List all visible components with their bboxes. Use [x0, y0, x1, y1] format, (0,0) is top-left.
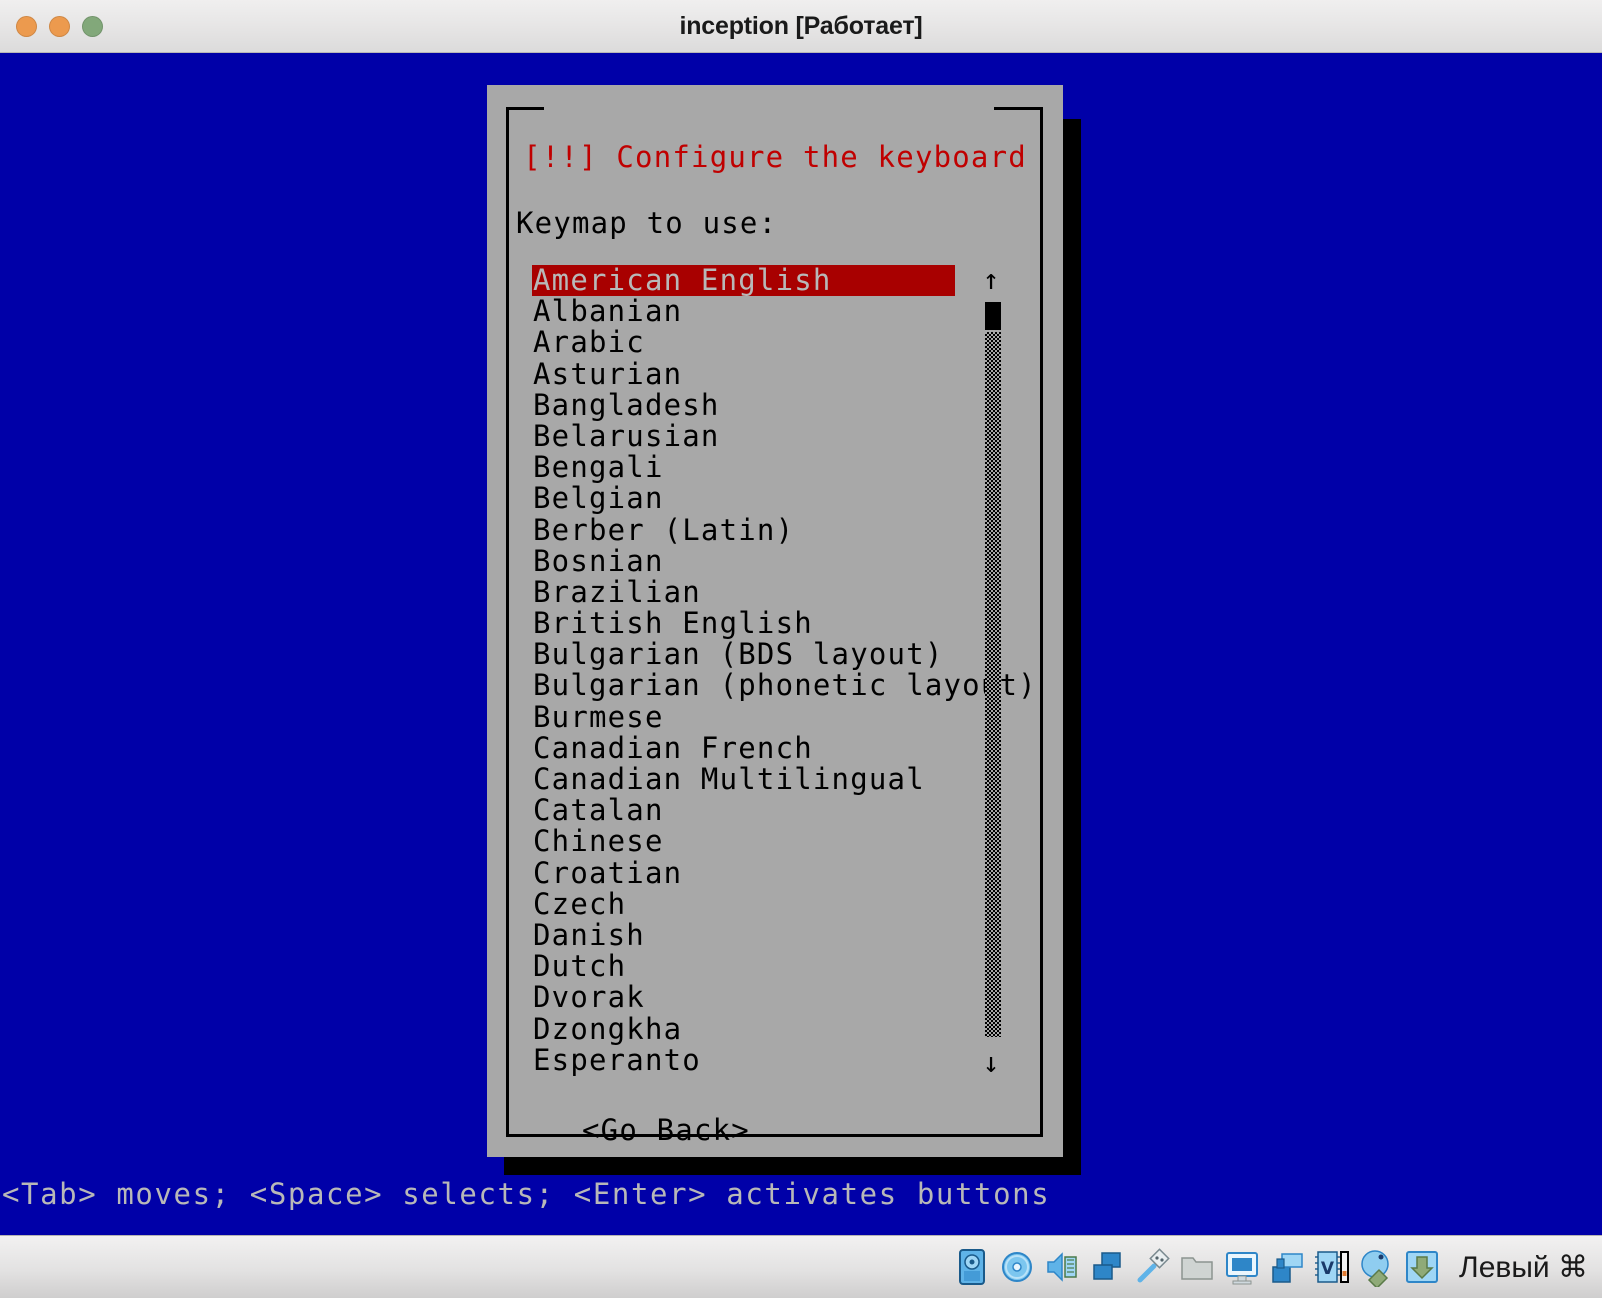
- virtualbox-vm-window: inception [Работает] [!!] Configure the …: [0, 0, 1602, 1298]
- console-help-line: <Tab> moves; <Space> selects; <Enter> ac…: [2, 1177, 1051, 1211]
- host-key-icon[interactable]: [1404, 1247, 1440, 1287]
- dialog-shadow-right: [1063, 119, 1081, 1174]
- mouse-integration-icon[interactable]: [1359, 1247, 1395, 1287]
- virtualization-icon[interactable]: V: [1314, 1247, 1350, 1287]
- keymap-list-item[interactable]: Asturian: [532, 358, 956, 390]
- keymap-list-item[interactable]: Berber (Latin): [532, 514, 956, 546]
- keymap-list-item[interactable]: British English: [532, 607, 956, 639]
- zoom-button[interactable]: [82, 16, 103, 37]
- window-title: inception [Работает]: [679, 11, 923, 40]
- keymap-list-item[interactable]: Burmese: [532, 701, 956, 733]
- svg-text:V: V: [1321, 1259, 1335, 1279]
- scrollbar-trough[interactable]: [985, 332, 1001, 1037]
- keymap-prompt-label: Keymap to use:: [516, 206, 778, 240]
- keymap-list-item[interactable]: Esperanto: [532, 1044, 956, 1076]
- keymap-list-item[interactable]: Dvorak: [532, 982, 956, 1013]
- keymap-list-item[interactable]: Danish: [532, 919, 956, 951]
- host-key-label: Левый ⌘: [1459, 1250, 1588, 1284]
- close-button[interactable]: [16, 16, 37, 37]
- audio-icon[interactable]: [1044, 1247, 1080, 1287]
- keymap-list-item[interactable]: Belgian: [532, 483, 956, 514]
- vm-guest-screen: [!!] Configure the keyboard Keymap to us…: [0, 53, 1602, 1235]
- keymap-list-item[interactable]: Canadian Multilingual: [532, 763, 956, 795]
- go-back-button[interactable]: <Go Back>: [582, 1113, 750, 1147]
- display-icon[interactable]: [1224, 1247, 1260, 1287]
- keymap-list-item[interactable]: Croatian: [532, 857, 956, 889]
- keymap-list-item[interactable]: Brazilian: [532, 576, 956, 608]
- keymap-list-item[interactable]: Belarusian: [532, 420, 956, 452]
- hard-disk-icon[interactable]: [954, 1247, 990, 1287]
- configure-keyboard-dialog: [!!] Configure the keyboard Keymap to us…: [487, 85, 1063, 1157]
- optical-disk-icon[interactable]: [999, 1247, 1035, 1287]
- shared-folders-icon[interactable]: [1179, 1247, 1215, 1287]
- keymap-list-item[interactable]: Arabic: [532, 327, 956, 358]
- window-titlebar: inception [Работает]: [0, 0, 1602, 53]
- dialog-title: [!!] Configure the keyboard: [523, 140, 1027, 174]
- usb-icon[interactable]: [1134, 1247, 1170, 1287]
- scroll-up-arrow-icon[interactable]: ↑: [978, 265, 1004, 295]
- keymap-listbox[interactable]: American English Albanian Arabic Asturian Ba…: [532, 264, 1036, 1076]
- video-capture-icon[interactable]: [1269, 1247, 1305, 1287]
- keymap-list-item[interactable]: Canadian French: [532, 732, 956, 764]
- keymap-list-item[interactable]: Bosnian: [532, 545, 956, 577]
- keymap-list-item[interactable]: American English: [532, 264, 955, 297]
- keymap-list-item[interactable]: Bulgarian (BDS layout): [532, 639, 956, 670]
- minimize-button[interactable]: [49, 16, 70, 37]
- dialog-shadow-bottom: [504, 1157, 1081, 1175]
- keymap-list-item[interactable]: Bengali: [532, 452, 956, 483]
- network-icon[interactable]: [1089, 1247, 1125, 1287]
- scroll-down-arrow-icon[interactable]: ↓: [978, 1048, 1004, 1078]
- keymap-list-item[interactable]: Czech: [532, 888, 956, 920]
- keymap-list-item[interactable]: Bangladesh: [532, 389, 956, 421]
- keymap-list-item[interactable]: Dzongkha: [532, 1013, 956, 1045]
- scrollbar-thumb[interactable]: [985, 302, 1001, 330]
- keymap-list-item[interactable]: Bulgarian (phonetic layout): [532, 670, 1036, 701]
- window-controls: [16, 0, 103, 53]
- virtualbox-statusbar: V Левый ⌘: [0, 1235, 1602, 1298]
- keymap-list-item[interactable]: Dutch: [532, 951, 956, 982]
- keymap-list-item[interactable]: Catalan: [532, 795, 956, 826]
- keymap-list-item[interactable]: Chinese: [532, 826, 956, 857]
- keymap-list-item[interactable]: Albanian: [532, 296, 956, 327]
- dialog-title-gap: [544, 101, 994, 115]
